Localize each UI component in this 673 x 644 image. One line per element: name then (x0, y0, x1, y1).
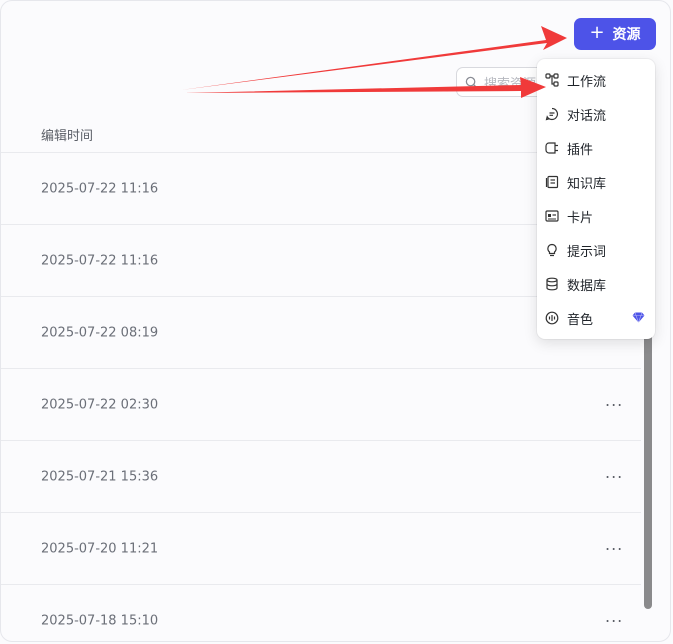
add-resource-label: 资源 (612, 27, 641, 43)
menu-item-card[interactable]: 卡片 (537, 199, 655, 233)
add-resource-button[interactable]: + 资源 (574, 18, 656, 50)
more-actions-button[interactable]: ··· (605, 612, 623, 631)
row-edit-time: 2025-07-22 11:16 (41, 181, 159, 196)
menu-item-plugin[interactable]: 插件 (537, 131, 655, 165)
menu-item-label: 知识库 (567, 176, 607, 192)
card-icon (545, 210, 559, 222)
row-edit-time: 2025-07-22 02:30 (41, 397, 159, 412)
row-edit-time: 2025-07-22 11:16 (41, 253, 159, 268)
column-header-edit-time: 编辑时间 (41, 129, 94, 144)
knowledge-icon (545, 175, 559, 189)
vertical-scrollbar[interactable] (644, 301, 652, 609)
menu-item-prompt[interactable]: 提示词 (537, 233, 655, 267)
more-actions-button[interactable]: ··· (605, 539, 623, 558)
chatflow-icon (545, 107, 558, 121)
workflow-icon (545, 73, 559, 87)
add-resource-menu: 工作流 对话流 插件 知识库 卡片 提示词 数据库 音色 (537, 59, 655, 339)
row-edit-time: 2025-07-20 11:21 (41, 541, 159, 556)
menu-item-voice[interactable]: 音色 (537, 301, 655, 335)
row-edit-time: 2025-07-21 15:36 (41, 469, 159, 484)
more-actions-button[interactable]: ··· (605, 467, 623, 486)
database-icon (546, 277, 558, 291)
menu-item-label: 插件 (567, 142, 594, 158)
menu-item-label: 数据库 (567, 278, 607, 294)
menu-item-workflow[interactable]: 工作流 (537, 63, 655, 97)
search-placeholder: 搜索资源 (484, 76, 537, 92)
row-edit-time: 2025-07-18 15:10 (41, 613, 159, 629)
menu-item-knowledge[interactable]: 知识库 (537, 165, 655, 199)
plus-icon: + (589, 22, 605, 43)
menu-item-label: 卡片 (567, 210, 594, 226)
plugin-icon (545, 142, 558, 154)
table-row[interactable]: 2025-07-21 15:36 ··· (1, 441, 641, 513)
menu-item-database[interactable]: 数据库 (537, 267, 655, 301)
prompt-icon (547, 243, 557, 257)
menu-item-chatflow[interactable]: 对话流 (537, 97, 655, 131)
table-row[interactable]: 2025-07-20 11:21 ··· (1, 513, 641, 585)
voice-icon (545, 311, 559, 325)
search-icon (465, 76, 478, 88)
menu-item-label: 提示词 (567, 244, 607, 260)
diamond-icon (632, 312, 645, 323)
table-row[interactable]: 2025-07-18 15:10 ··· (1, 585, 641, 641)
resource-panel: 编辑时间 2025-07-22 11:16 2025-07-22 11:16 2… (0, 0, 671, 642)
menu-item-label: 对话流 (567, 108, 607, 124)
menu-item-label: 工作流 (567, 74, 607, 90)
row-edit-time: 2025-07-22 08:19 (41, 325, 159, 340)
more-actions-button[interactable]: ··· (605, 395, 623, 414)
menu-item-label: 音色 (567, 312, 594, 328)
table-row[interactable]: 2025-07-22 02:30 ··· (1, 369, 641, 441)
